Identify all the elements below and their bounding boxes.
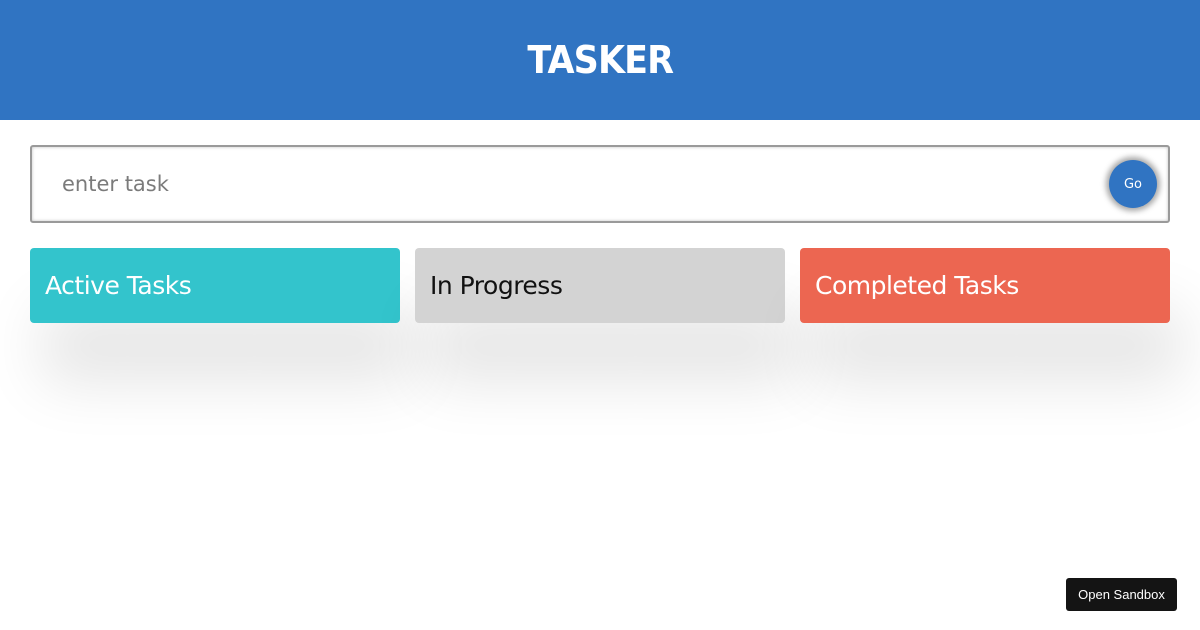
column-active-tasks: Active Tasks [30,248,400,323]
column-title-completed: Completed Tasks [815,271,1019,300]
open-sandbox-button[interactable]: Open Sandbox [1066,578,1177,611]
task-form: Go [30,145,1170,223]
column-completed-tasks: Completed Tasks [800,248,1170,323]
app-title: TASKER [527,38,674,82]
app-header: TASKER [0,0,1200,120]
column-title-active: Active Tasks [45,271,192,300]
task-input[interactable] [60,159,1104,209]
column-title-in-progress: In Progress [430,271,563,300]
go-button[interactable]: Go [1109,160,1157,208]
column-in-progress: In Progress [415,248,785,323]
